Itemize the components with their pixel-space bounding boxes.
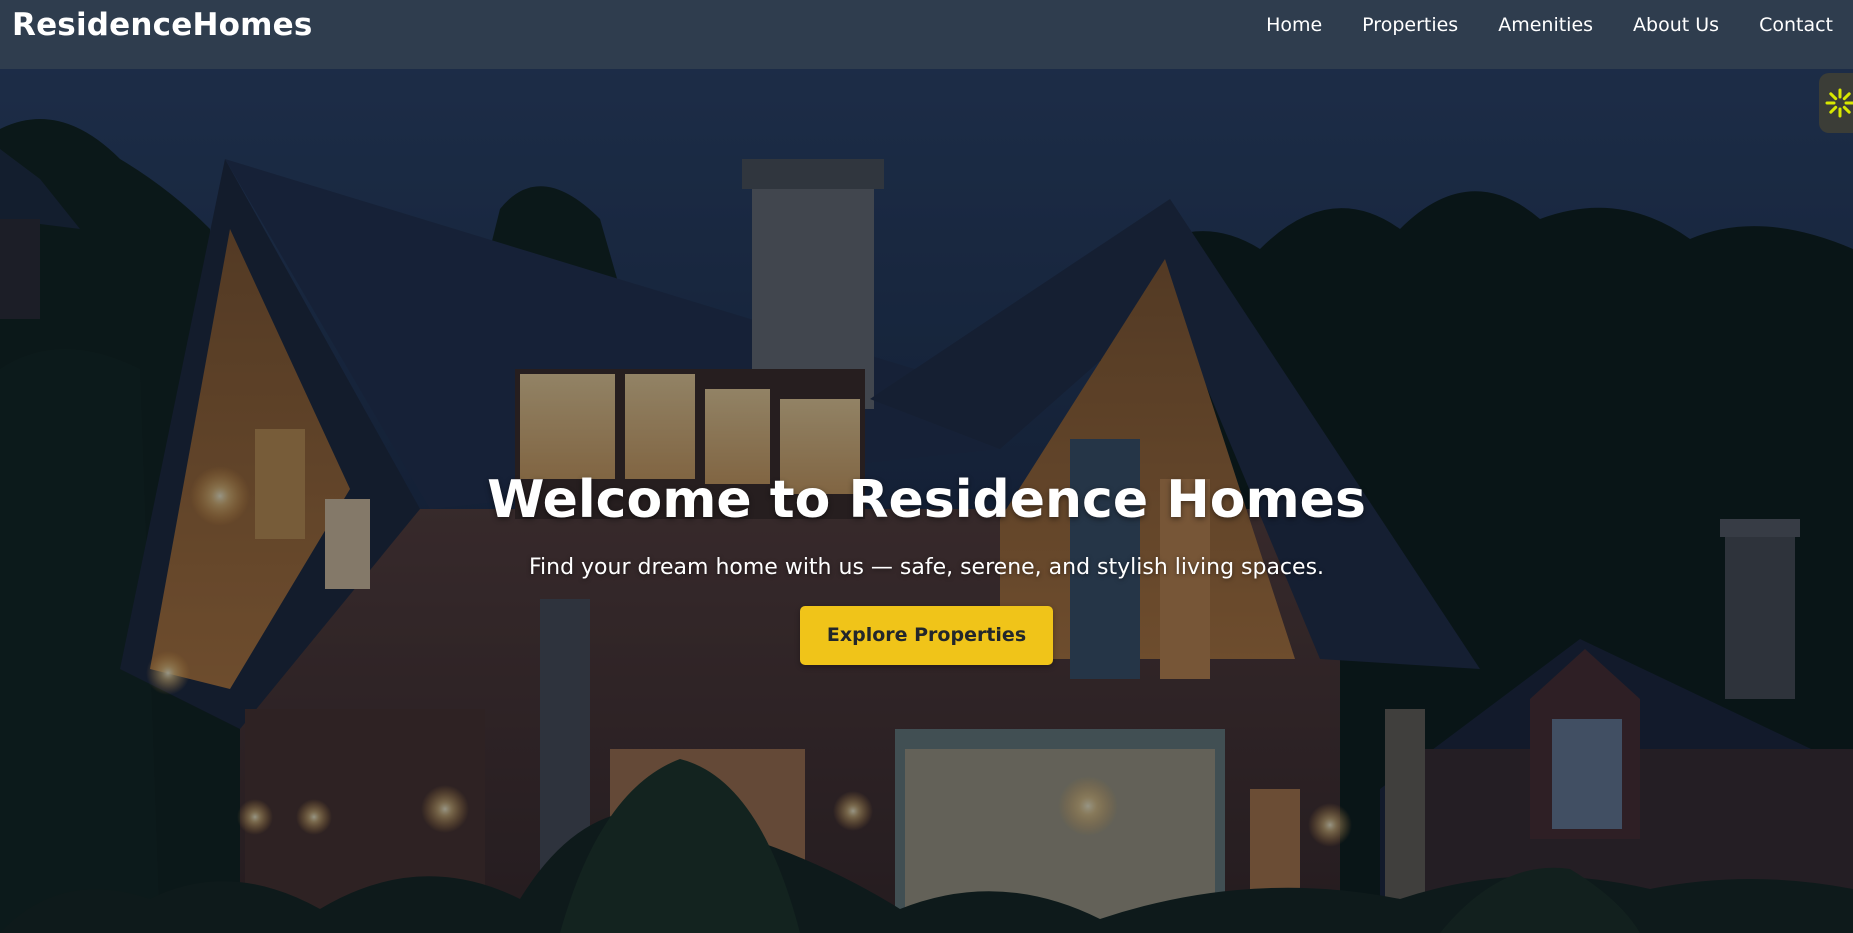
explore-properties-button[interactable]: Explore Properties bbox=[800, 606, 1053, 665]
hero-subtitle: Find your dream home with us — safe, ser… bbox=[528, 555, 1325, 580]
floating-widget-tab[interactable] bbox=[1819, 73, 1853, 133]
nav-link-contact[interactable]: Contact bbox=[1759, 14, 1833, 36]
brand-logo[interactable]: ResidenceHomes bbox=[0, 0, 312, 50]
nav-link-amenities[interactable]: Amenities bbox=[1498, 14, 1593, 36]
sun-icon bbox=[1825, 88, 1853, 118]
nav-link-properties[interactable]: Properties bbox=[1362, 14, 1458, 36]
hero-section: Welcome to Residence Homes Find your dre… bbox=[0, 69, 1853, 933]
hero-title: Welcome to Residence Homes bbox=[487, 470, 1366, 530]
navbar: ResidenceHomes Home Properties Amenities… bbox=[0, 0, 1853, 69]
nav-link-about-us[interactable]: About Us bbox=[1633, 14, 1719, 36]
nav-link-home[interactable]: Home bbox=[1266, 14, 1322, 36]
nav-menu: Home Properties Amenities About Us Conta… bbox=[1226, 0, 1853, 50]
hero-content: Welcome to Residence Homes Find your dre… bbox=[0, 467, 1853, 665]
